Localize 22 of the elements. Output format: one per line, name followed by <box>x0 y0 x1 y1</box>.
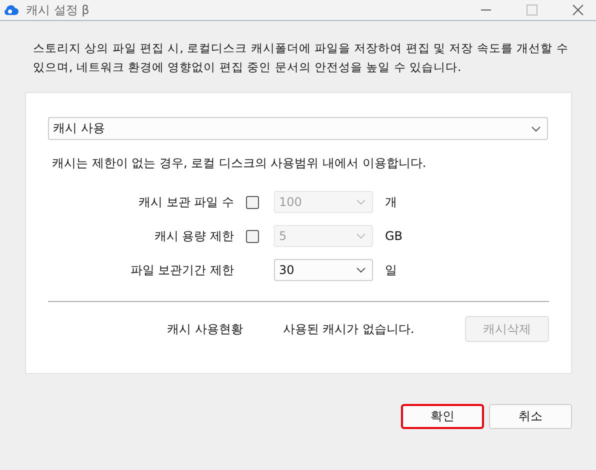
close-icon[interactable] <box>572 4 584 16</box>
chevron-down-icon <box>531 126 541 132</box>
limit-label: 캐시 보관 파일 수 <box>138 194 235 210</box>
limit-dropdown[interactable]: 30 <box>274 259 373 281</box>
chevron-down-icon <box>356 199 366 205</box>
unit-label: GB <box>384 229 404 243</box>
description-text: 스토리지 상의 파일 편집 시, 로컬디스크 캐시폴더에 파일을 저장하여 편집 및 저장 속도를 개선할 수 있으며, 네트워크 환경에 영향없이 편집 중인 문서의 안전성을 높일 수 있습니다. <box>33 40 570 76</box>
limit-label: 파일 보관기간 제한 <box>129 262 235 278</box>
unit-label: 개 <box>384 194 398 210</box>
window-title: 캐시 설정 β <box>26 2 90 18</box>
limit-label: 캐시 용량 제한 <box>153 228 235 244</box>
usage-label: 캐시 사용현황 <box>167 320 243 338</box>
chevron-down-icon <box>356 233 366 239</box>
cancel-button[interactable]: 취소 <box>489 404 572 429</box>
confirm-button[interactable]: 확인 <box>401 404 484 429</box>
limit-checkbox[interactable] <box>246 196 259 208</box>
limit-checkbox[interactable] <box>246 230 259 242</box>
usage-status: 사용된 캐시가 없습니다. <box>282 320 414 338</box>
info-text: 캐시는 제한이 없는 경우, 로컬 디스크의 사용범위 내에서 이용합니다. <box>52 155 428 172</box>
cache-mode-dropdown[interactable]: 캐시 사용 <box>48 117 548 140</box>
chevron-down-icon <box>356 267 366 273</box>
unit-label: 일 <box>384 262 398 278</box>
